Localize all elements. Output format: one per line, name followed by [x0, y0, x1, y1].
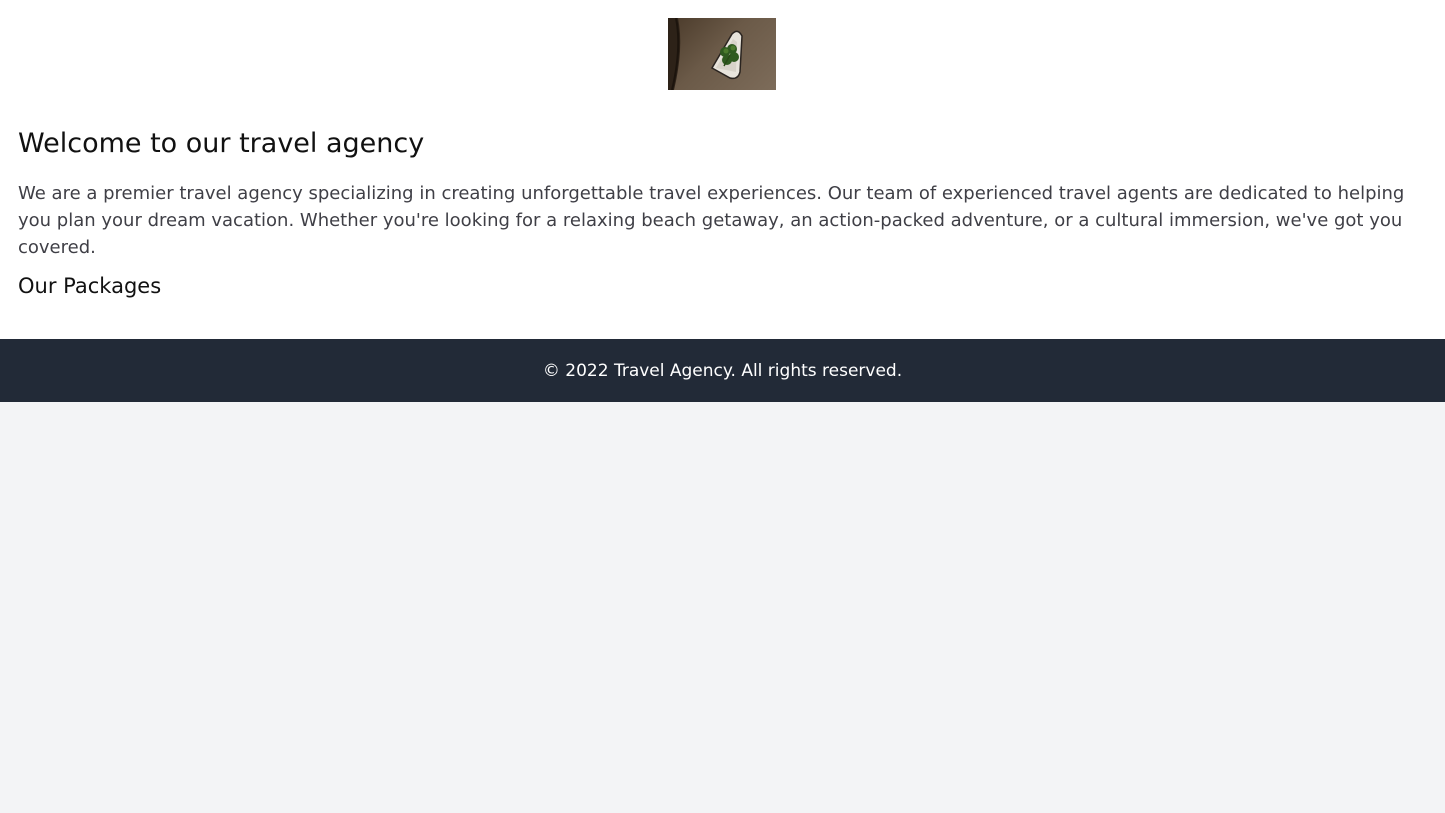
- site-footer: © 2022 Travel Agency. All rights reserve…: [0, 339, 1445, 402]
- main-content: Welcome to our travel agency We are a pr…: [0, 108, 1445, 339]
- site-header: [0, 0, 1445, 108]
- four-leaf-clover-logo-icon: [668, 18, 743, 90]
- packages-heading: Our Packages: [18, 274, 162, 298]
- page-title: Welcome to our travel agency: [18, 128, 425, 159]
- copyright-text: © 2022 Travel Agency. All rights reserve…: [542, 360, 903, 381]
- page-content: Welcome to our travel agency We are a pr…: [0, 0, 1445, 339]
- intro-paragraph: We are a premier travel agency specializ…: [18, 183, 1405, 258]
- site-logo[interactable]: [668, 18, 776, 90]
